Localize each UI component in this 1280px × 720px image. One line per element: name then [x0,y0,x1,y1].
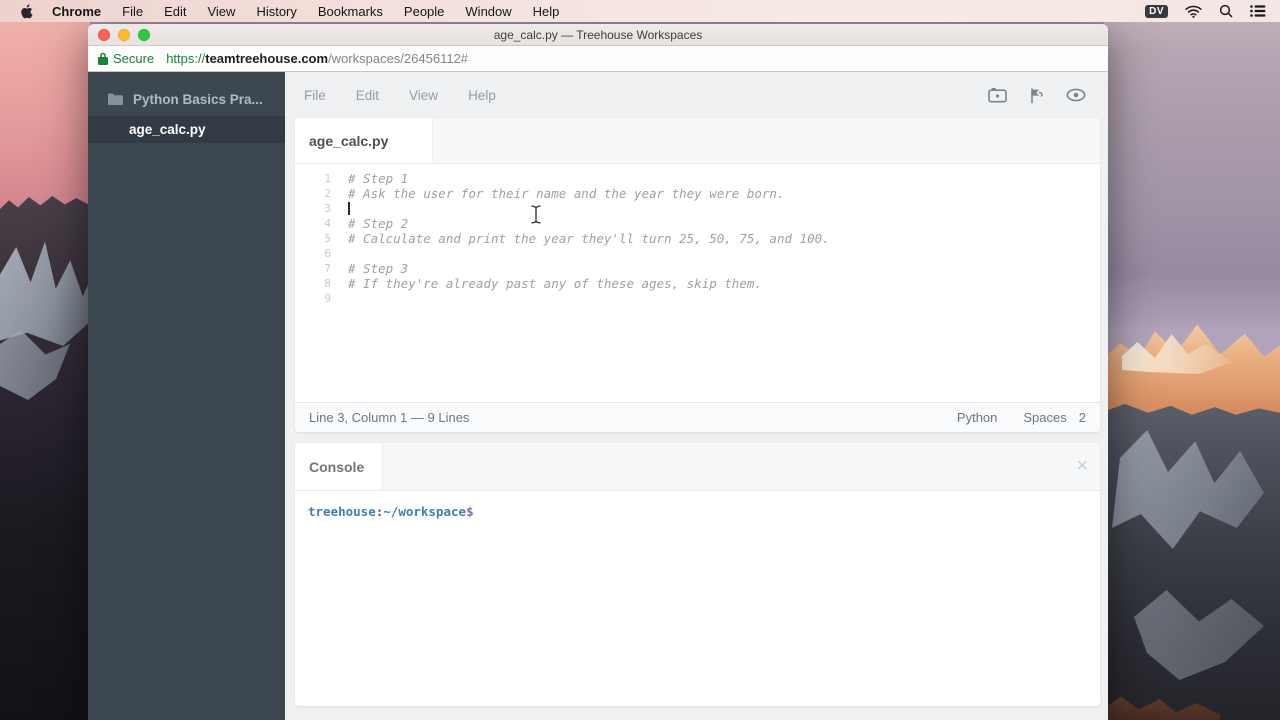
secure-lock-icon[interactable] [98,52,108,65]
prompt-user: treehouse [308,504,376,519]
code-text: # Calculate and print the year they'll t… [348,231,830,246]
menubar-item-history[interactable]: History [256,4,296,19]
close-window-button[interactable] [98,29,110,41]
secure-label[interactable]: Secure [113,51,154,66]
menubar-item-file[interactable]: File [122,4,143,19]
file-sidebar: Python Basics Pra... age_calc.py [88,72,285,720]
line-number: 1 [311,171,331,186]
code-text: # Step 3 [348,261,408,276]
line-number: 2 [311,186,331,201]
menubar-item-people[interactable]: People [404,4,444,19]
line-number: 6 [311,246,331,261]
editor-tabbar: age_calc.py [295,118,1100,164]
wifi-icon[interactable] [1185,5,1202,18]
spotlight-search-icon[interactable] [1219,4,1233,18]
workspace-menu-view[interactable]: View [409,88,438,103]
code-line: 9 [295,291,1100,306]
url-path: /workspaces/26456112# [328,51,468,66]
editor-tab-label: age_calc.py [309,133,388,149]
code-line: 3 [295,201,1100,216]
workspace-menu-edit[interactable]: Edit [356,88,379,103]
text-caret [348,202,350,215]
line-number: 9 [311,291,331,306]
code-line: 7 # Step 3 [295,261,1100,276]
treehouse-workspace: Python Basics Pra... age_calc.py File Ed… [88,72,1108,720]
code-line: 2 # Ask the user for their name and the y… [295,186,1100,201]
code-line: 1 # Step 1 [295,171,1100,186]
menubar-item-window[interactable]: Window [465,4,511,19]
wallpaper-right-mountain [1104,0,1280,720]
code-area[interactable]: 1 # Step 1 2 # Ask the user for their name… [295,164,1100,306]
workspace-menu-file[interactable]: File [304,88,326,103]
macos-menubar: Chrome File Edit View History Bookmarks … [0,0,1280,22]
console-panel: Console × treehouse:~/workspace$ [295,443,1100,706]
code-text: # Step 2 [348,216,408,231]
code-text [348,201,350,216]
code-line: 4 # Step 2 [295,216,1100,231]
url-scheme: https:// [166,51,205,66]
console-close-icon[interactable]: × [1076,443,1088,490]
line-number: 5 [311,231,331,246]
cursor-position-status: Line 3, Column 1 — 9 Lines [309,410,469,425]
file-name: age_calc.py [129,122,206,137]
workspace-menu-help[interactable]: Help [468,88,496,103]
menubar-item-bookmarks[interactable]: Bookmarks [318,4,383,19]
editor-panel: age_calc.py 1 # Step 1 2 # Ask the user fo… [295,118,1100,432]
menubar-item-chrome[interactable]: Chrome [52,4,101,19]
menubar-item-view[interactable]: View [207,4,235,19]
code-text: # Ask the user for their name and the ye… [348,186,785,201]
wallpaper-left-mountain [0,0,90,720]
url-domain: teamtreehouse.com [205,51,328,66]
sidebar-project-row[interactable]: Python Basics Pra... [88,88,285,110]
line-number: 4 [311,216,331,231]
fork-flag-icon[interactable] [1029,87,1044,104]
menubar-item-edit[interactable]: Edit [164,4,186,19]
snapshot-camera-icon[interactable] [988,87,1007,103]
code-line: 5 # Calculate and print the year they'll … [295,231,1100,246]
apple-icon[interactable] [20,4,33,19]
dv-status-badge[interactable]: DV [1145,5,1168,18]
sidebar-file-item-selected[interactable]: age_calc.py [88,116,285,143]
line-number: 7 [311,261,331,276]
code-line: 6 [295,246,1100,261]
notification-center-icon[interactable] [1250,5,1266,17]
browser-window: age_calc.py — Treehouse Workspaces Secur… [88,24,1108,720]
code-text: # Step 1 [348,171,408,186]
minimize-window-button[interactable] [118,29,130,41]
folder-icon [108,93,123,105]
workspace-toolbar: File Edit View Help [285,72,1108,118]
line-number: 8 [311,276,331,291]
line-number: 3 [311,201,331,216]
editor-tab-age-calc[interactable]: age_calc.py [295,118,433,163]
editor-statusbar: Line 3, Column 1 — 9 Lines Python Spaces… [295,402,1100,432]
prompt-symbol: $ [466,504,474,519]
console-terminal[interactable]: treehouse:~/workspace$ [295,491,1100,532]
indent-size[interactable]: 2 [1079,410,1086,425]
console-tabbar: Console × [295,443,1100,491]
preview-eye-icon[interactable] [1066,88,1086,102]
menubar-item-help[interactable]: Help [533,4,560,19]
address-bar[interactable]: Secure https://teamtreehouse.com/workspa… [88,46,1108,72]
indent-type[interactable]: Spaces [1023,410,1066,425]
prompt-path: ~/workspace [383,504,466,519]
code-text: # If they're already past any of these a… [348,276,762,291]
language-mode[interactable]: Python [957,410,997,425]
console-tab[interactable]: Console [295,443,383,490]
console-tab-label: Console [309,459,364,475]
project-name: Python Basics Pra... [133,92,263,107]
code-line: 8 # If they're already past any of these … [295,276,1100,291]
mouse-ibeam-cursor [530,205,542,224]
url-text[interactable]: https://teamtreehouse.com/workspaces/264… [166,51,468,66]
zoom-window-button[interactable] [138,29,150,41]
workspace-main: File Edit View Help [285,72,1108,720]
window-title: age_calc.py — Treehouse Workspaces [494,28,703,42]
browser-titlebar[interactable]: age_calc.py — Treehouse Workspaces [88,24,1108,46]
